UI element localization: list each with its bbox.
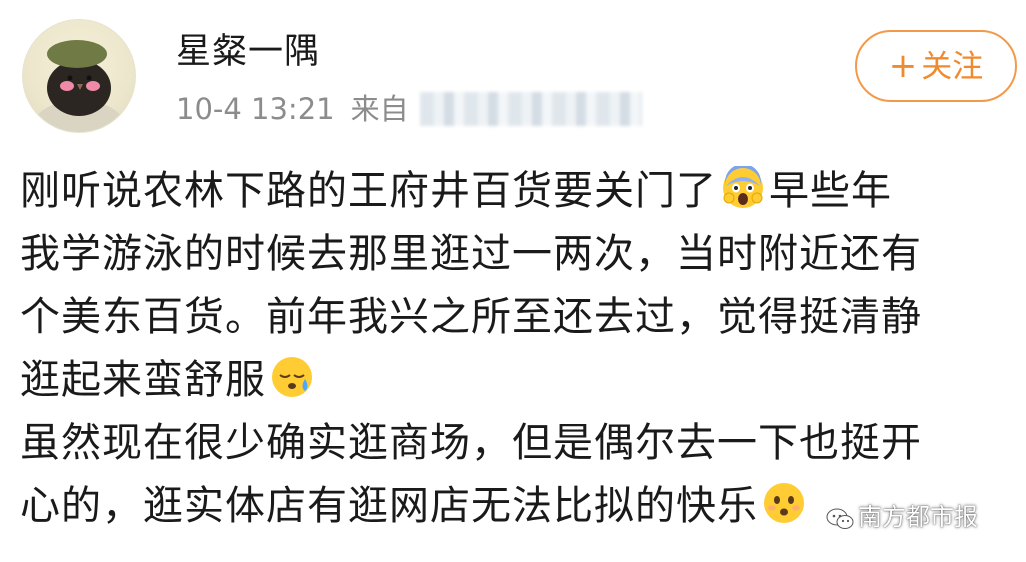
post-line: 刚听说农林下路的王府井百货要关门了 早些年	[20, 160, 1020, 223]
hushed-face-emoji	[762, 481, 806, 544]
post-text: 个美东百货。前年我兴之所至还去过，觉得挺清静	[20, 294, 922, 340]
avatar[interactable]	[22, 19, 136, 133]
post-text: 逛起来蛮舒服	[20, 357, 266, 403]
follow-button-label: 关注	[921, 49, 984, 85]
post-line: 个美东百货。前年我兴之所至还去过，觉得挺清静	[20, 286, 1020, 349]
wechat-icon	[826, 508, 854, 529]
watermark-text: 南方都市报	[858, 503, 978, 531]
post-text: 虽然现在很少确实逛商场，但是偶尔去一下也挺开	[20, 420, 922, 466]
post-text: 刚听说农林下路的王府井百货要关门了	[20, 168, 717, 214]
post-source-label: 来自	[350, 92, 409, 126]
post-line: 虽然现在很少确实逛商场，但是偶尔去一下也挺开	[20, 412, 1020, 475]
post-text: 心的，逛实体店有逛网店无法比拟的快乐	[20, 483, 758, 529]
sleepy-sweat-emoji	[270, 355, 314, 418]
plus-icon: +	[888, 46, 918, 86]
post-text: 我学游泳的时候去那里逛过一两次，当时附近还有	[20, 231, 922, 277]
post-meta: 10-4 13:21 来自	[176, 90, 409, 128]
post-line: 逛起来蛮舒服	[20, 349, 1020, 412]
fearful-face-emoji	[721, 164, 765, 229]
follow-button[interactable]: + 关注	[855, 30, 1017, 102]
post-body: 刚听说农林下路的王府井百货要关门了 早些年 我学游泳的时候去那里逛过一两次，当时…	[20, 160, 1020, 538]
avatar-image	[31, 40, 127, 132]
post-text: 早些年	[769, 168, 892, 214]
blurred-source	[420, 92, 642, 126]
post-line: 我学游泳的时候去那里逛过一两次，当时附近还有	[20, 223, 1020, 286]
post-time: 10-4 13:21	[176, 92, 335, 126]
watermark: 南方都市报	[826, 500, 978, 534]
username[interactable]: 星粲一隅	[176, 30, 320, 74]
